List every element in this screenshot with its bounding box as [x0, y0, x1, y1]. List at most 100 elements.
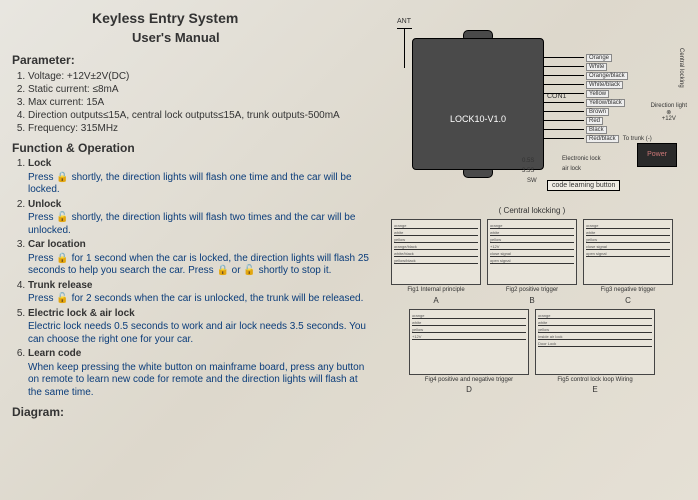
power-box: Power [637, 143, 677, 167]
sub-caption: Fig1 Internal principle [391, 287, 481, 294]
mini-wire: open signal [586, 251, 670, 257]
wire-label: White [586, 63, 607, 71]
sub-group-title: ( Central lokcking ) [382, 206, 682, 215]
mini-wire: Door Lock [538, 341, 652, 347]
sub-diagram: orange white yellow close signal open si… [583, 219, 673, 305]
mini-wire: Inside air lock [538, 334, 652, 340]
wire-label: Red/black [586, 135, 619, 143]
mini-wire: yellow [538, 327, 652, 333]
param-item: Static current: ≤8mA [28, 83, 372, 96]
parameter-heading: Parameter: [12, 53, 372, 67]
wire-label: Yellow/black [586, 99, 625, 107]
op-item: Learn code When keep pressing the white b… [28, 348, 372, 399]
mini-wire: orange/black [394, 244, 478, 250]
sw-label: SW [527, 178, 537, 184]
mini-wire: yellow/black [394, 258, 478, 264]
sub-letter: D [409, 385, 529, 394]
op-title: Trunk release [28, 280, 92, 291]
learn-code-button-label: code learning button [547, 180, 620, 191]
op-body: Press 🔒 shortly, the direction lights wi… [28, 172, 372, 197]
mini-wire: close signal [586, 244, 670, 250]
mini-wire: yellow [586, 237, 670, 243]
mini-wire: white [412, 320, 526, 326]
op-item: UnlockPress 🔓 shortly, the direction lig… [28, 199, 372, 238]
diagram-heading: Diagram: [12, 405, 372, 419]
mini-wire: yellow [394, 237, 478, 243]
wire-label: Brown [586, 108, 609, 116]
mini-wire: +12V [412, 334, 526, 340]
sub-diagram: orange white yellow +12V close signal op… [487, 219, 577, 305]
sub-diagram: orange white yellow orange/black white/b… [391, 219, 481, 305]
doc-title: Keyless Entry System [92, 10, 372, 26]
central-locking-label: Central locking [678, 48, 684, 88]
plus12v-label: +12V [651, 116, 687, 122]
airlock-label: air lock [562, 166, 581, 172]
operation-list: Lock Press 🔒 shortly, the direction light… [12, 158, 372, 399]
sub-caption: Fig4 positive and negative trigger [409, 377, 529, 384]
wire-label: Yellow [586, 90, 609, 98]
main-wiring-diagram: ANT LOCK10-V1.0 CON1 Orange White Orange… [382, 18, 682, 198]
op-title: Lock [28, 158, 51, 169]
op-item: Electric lock & air lock Electric lock ne… [28, 308, 372, 347]
mini-wire: close signal [490, 251, 574, 257]
mini-wire: orange [538, 313, 652, 319]
mini-wire: white [586, 230, 670, 236]
op-title: Car location [28, 239, 86, 250]
op-body: Electric lock needs 0.5 seconds to work … [28, 321, 372, 346]
antenna-top-icon [397, 28, 412, 29]
trunk-label: To trunk (-) [623, 136, 652, 142]
param-item: Voltage: +12V±2V(DC) [28, 70, 372, 83]
mini-wire: orange [586, 223, 670, 229]
wire-group: Orange White Orange/black White/black Ye… [544, 53, 684, 143]
op-title: Unlock [28, 199, 61, 210]
wire-label: Orange/black [586, 72, 628, 80]
sub-diagram-row1: orange white yellow orange/black white/b… [382, 219, 682, 305]
op-body: Press 🔓 for 2 seconds when the car is un… [28, 293, 372, 306]
param-item: Frequency: 315MHz [28, 122, 372, 135]
wire-label: Black [586, 126, 607, 134]
mini-wire: white [490, 230, 574, 236]
mini-wire: orange [490, 223, 574, 229]
sub-diagram: orange white yellow Inside air lock Door… [535, 309, 655, 395]
mini-wire: yellow [490, 237, 574, 243]
op-body: When keep pressing the white button on m… [28, 362, 372, 400]
function-heading: Function & Operation [12, 141, 372, 155]
mini-wire: orange [394, 223, 478, 229]
wire-label: Red [586, 117, 603, 125]
chip-module: LOCK10-V1.0 [412, 38, 544, 170]
mini-wire: open signal [490, 258, 574, 264]
op-item: Lock Press 🔒 shortly, the direction light… [28, 158, 372, 197]
sub-caption: Fig2 positive trigger [487, 287, 577, 294]
op-title: Learn code [28, 348, 81, 359]
elock-time-label: 0.5S [522, 158, 534, 164]
mini-wire: yellow [412, 327, 526, 333]
direction-light-label: Direction light ⊗ +12V [651, 103, 687, 122]
op-item: Trunk release Press 🔓 for 2 seconds when … [28, 280, 372, 306]
wire-label: White/black [586, 81, 623, 89]
mini-wire: white [394, 230, 478, 236]
airlock-time-label: 3.5S [522, 168, 534, 174]
sub-letter: A [391, 296, 481, 305]
antenna-label: ANT [397, 18, 411, 25]
param-item: Direction outputs≤15A, central lock outp… [28, 109, 372, 122]
sub-diagram-row2: orange white yellow +12V Fig4 positive a… [382, 309, 682, 395]
op-item: Car location Press 🔒 for 1 second when th… [28, 239, 372, 278]
param-item: Max current: 15A [28, 96, 372, 109]
parameter-list: Voltage: +12V±2V(DC) Static current: ≤8m… [12, 70, 372, 135]
sub-letter: B [487, 296, 577, 305]
sub-letter: C [583, 296, 673, 305]
antenna-icon [404, 28, 405, 68]
elock-label: Electronic lock [562, 156, 601, 162]
lamp-icon: ⊗ [651, 109, 687, 116]
sub-caption: Fig5 control lock loop Wiring [535, 377, 655, 384]
mini-wire: white/black [394, 251, 478, 257]
sub-diagram: orange white yellow +12V Fig4 positive a… [409, 309, 529, 395]
op-body: Press 🔒 for 1 second when the car is loc… [28, 253, 372, 278]
mini-wire: +12V [490, 244, 574, 250]
sub-caption: Fig3 negative trigger [583, 287, 673, 294]
chip-label: LOCK10-V1.0 [413, 114, 543, 124]
op-title: Electric lock & air lock [28, 308, 135, 319]
sub-letter: E [535, 385, 655, 394]
wire-label: Orange [586, 54, 612, 62]
mini-wire: orange [412, 313, 526, 319]
